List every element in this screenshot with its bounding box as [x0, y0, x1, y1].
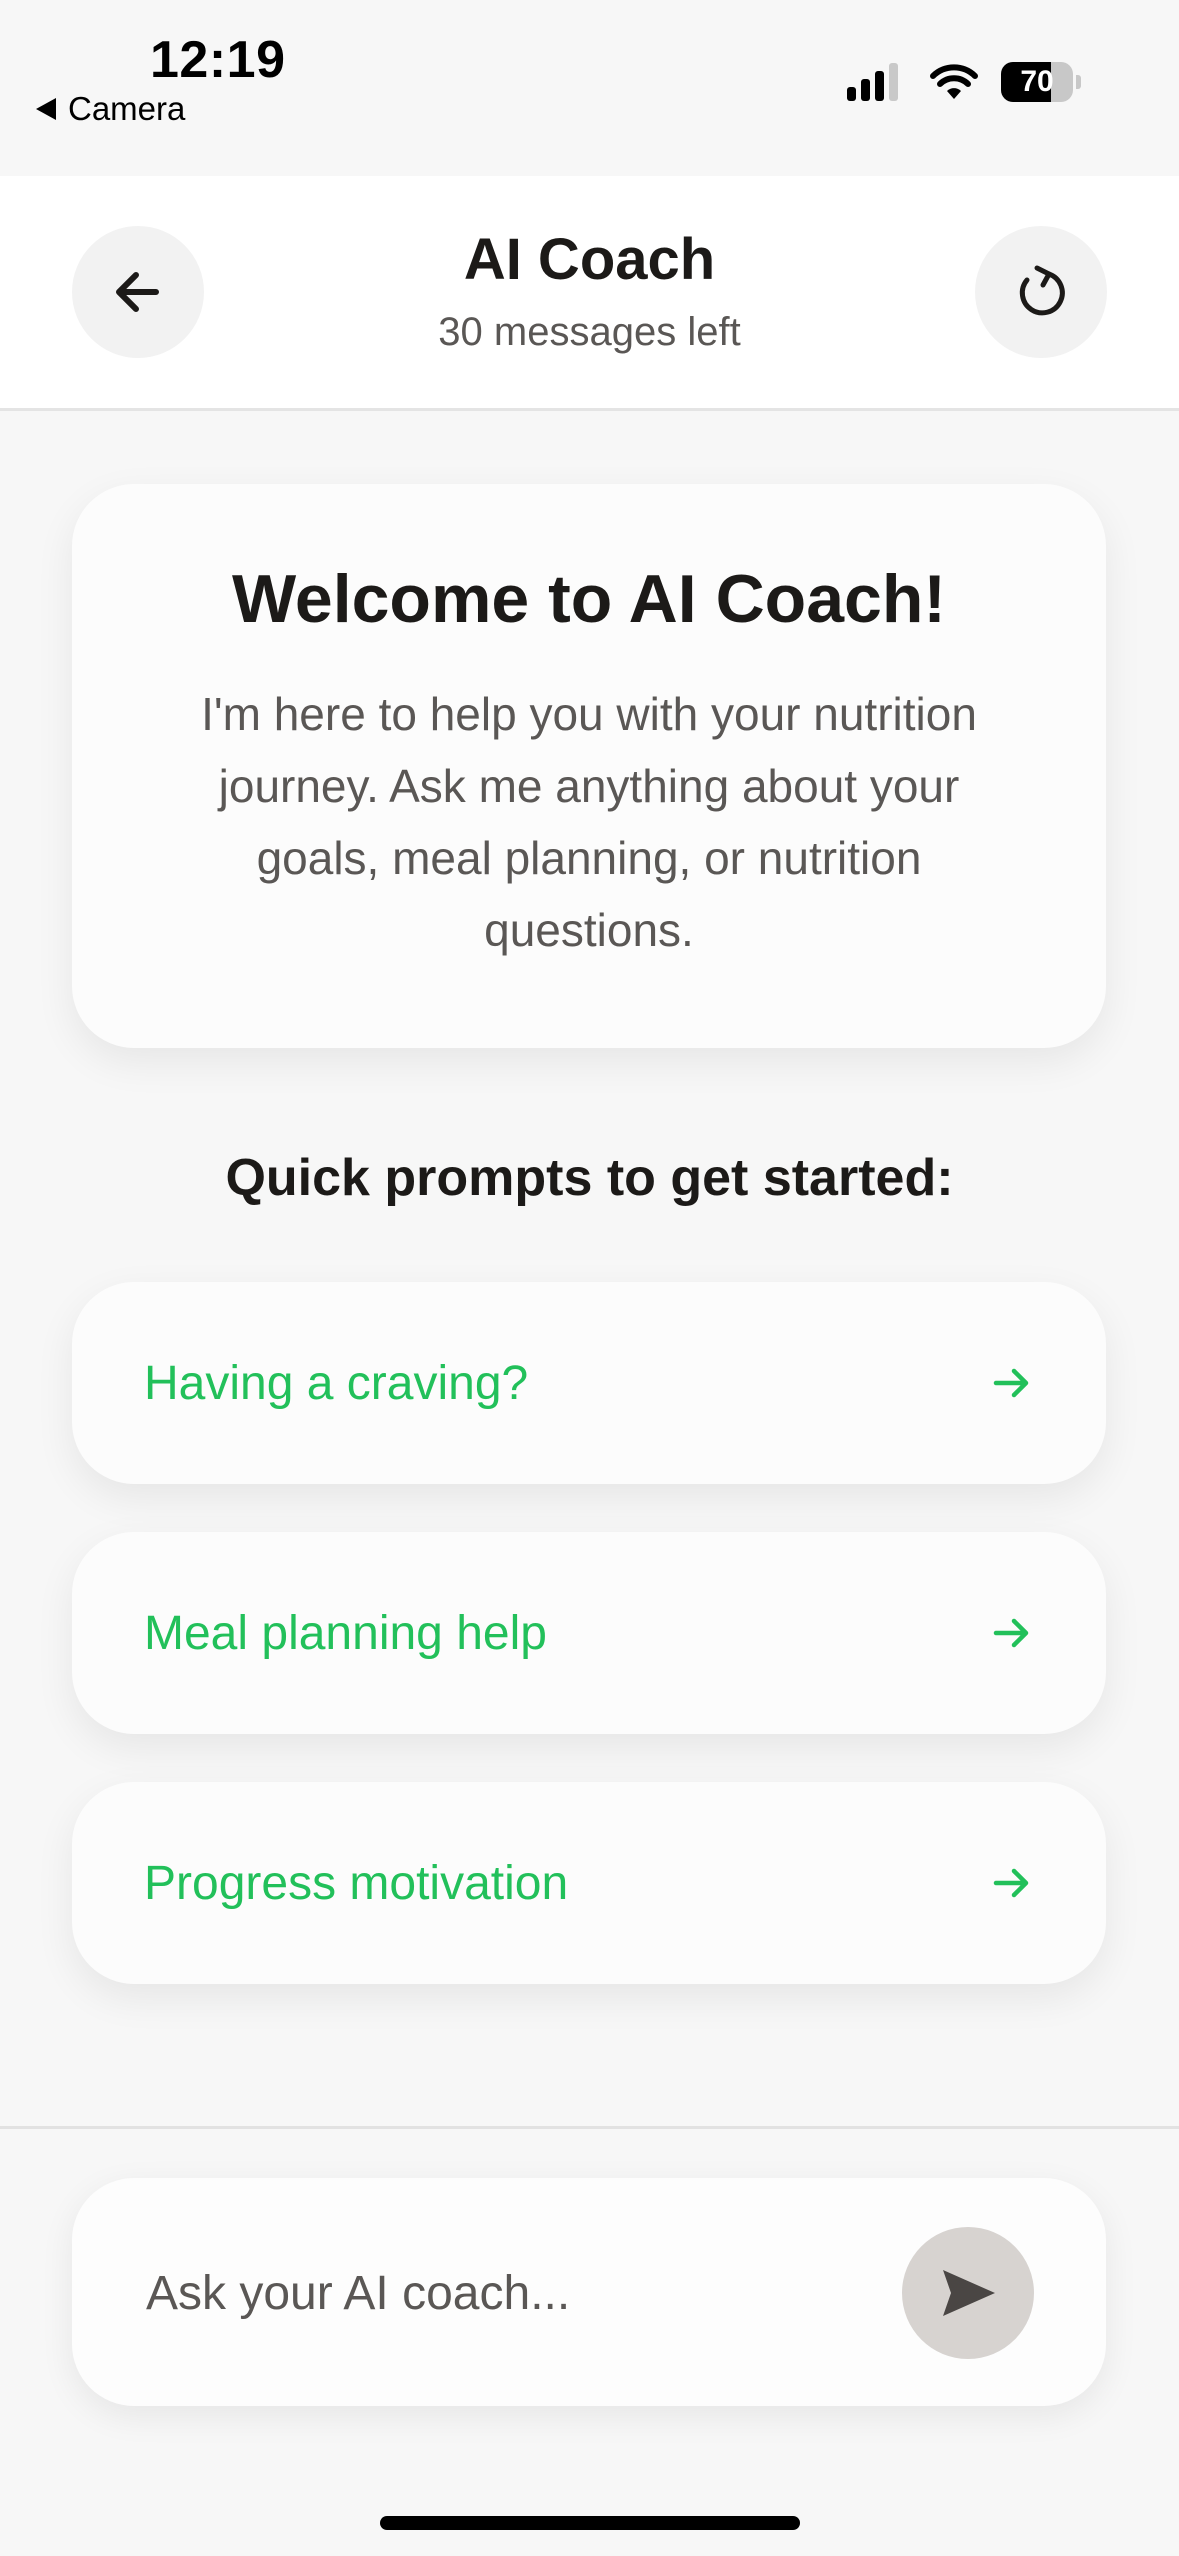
status-bar: 12:19 Camera 70: [0, 0, 1179, 176]
refresh-icon: [1019, 265, 1065, 316]
arrow-right-icon: [993, 1368, 1029, 1398]
message-input[interactable]: [144, 2178, 948, 2408]
arrow-right-icon: [993, 1618, 1029, 1648]
back-app-label: Camera: [68, 90, 186, 127]
battery-level: 70: [1020, 65, 1054, 98]
status-time: 12:19: [150, 31, 286, 89]
back-triangle-icon: [36, 98, 56, 120]
welcome-title: Welcome to AI Coach!: [231, 561, 947, 637]
quick-prompt-meal-planning[interactable]: Meal planning help: [72, 1532, 1106, 1734]
cellular-signal-icon: [847, 63, 903, 101]
wifi-icon: [930, 64, 978, 99]
battery-cap: [1076, 75, 1081, 89]
quick-prompt-label: Having a craving?: [144, 1356, 529, 1410]
app-header: AI Coach 30 messages left: [0, 176, 1179, 411]
message-composer: [72, 2178, 1106, 2408]
refresh-button[interactable]: [975, 226, 1107, 358]
quick-prompt-progress-motivation[interactable]: Progress motivation: [72, 1782, 1106, 1984]
welcome-card: Welcome to AI Coach! I'm here to help yo…: [72, 484, 1106, 1048]
back-to-app-link[interactable]: Camera: [36, 90, 185, 128]
quick-prompt-label: Meal planning help: [144, 1606, 547, 1660]
arrow-right-icon: [993, 1868, 1029, 1898]
send-button[interactable]: [902, 2227, 1034, 2359]
home-indicator: [380, 2516, 800, 2530]
quick-prompts-heading: Quick prompts to get started:: [225, 1149, 954, 1207]
send-icon: [943, 2270, 995, 2316]
welcome-body: I'm here to help you with your nutrition…: [201, 688, 977, 956]
quick-prompt-label: Progress motivation: [144, 1856, 569, 1910]
status-icons: 70: [847, 62, 1081, 102]
composer-divider: [0, 2126, 1179, 2129]
quick-prompt-craving[interactable]: Having a craving?: [72, 1282, 1106, 1484]
battery-icon: 70: [1001, 62, 1073, 102]
